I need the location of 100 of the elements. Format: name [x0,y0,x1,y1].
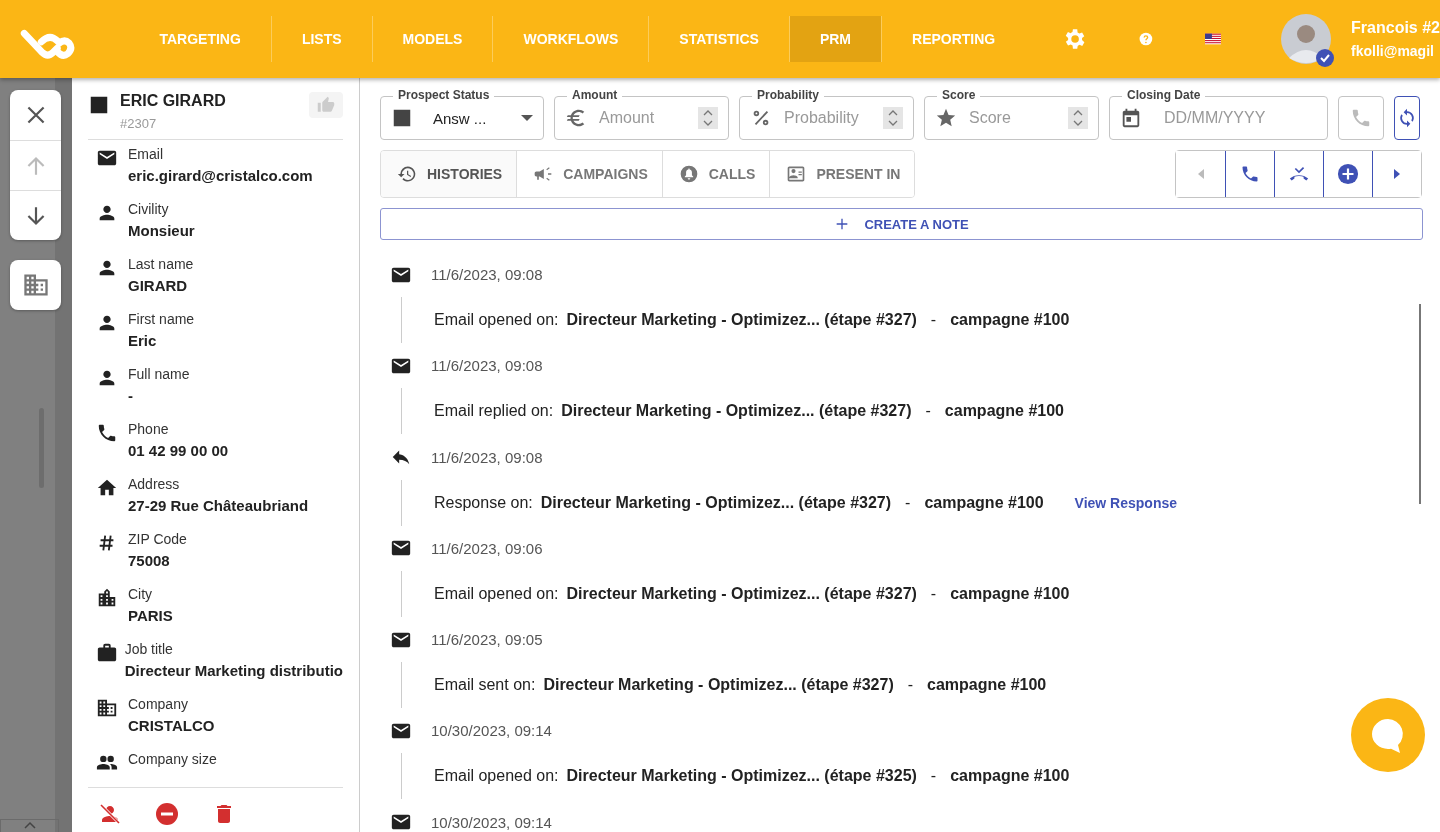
calendar-icon [1120,107,1142,129]
field-value: - [128,387,134,404]
separator-dash: - [905,493,911,512]
phone-icon [1240,164,1260,184]
field-label: Address [128,476,181,492]
event-date: 11/6/2023, 09:08 [431,357,543,375]
field-legend: Amount [567,88,623,102]
briefcase-icon [96,642,118,664]
history-icon [397,164,417,184]
sync-icon [1397,108,1417,128]
field-value: eric.girard@cristalco.com [128,167,313,184]
dropdown-arrow-icon [521,115,533,121]
field-legend: Closing Date [1122,88,1206,102]
building-icon [96,697,118,719]
placeholder-text: Amount [599,109,656,127]
step-title: Directeur Marketing - Optimizez... (étape #327) [540,493,892,512]
event-description: Email replied on: [434,402,554,421]
contact-name: ERIC GIRARD [120,92,226,110]
campaign-name: campagne #100 [950,767,1070,786]
spinner-icon[interactable] [698,107,718,129]
verified-icon [1315,48,1336,68]
avatar[interactable] [1281,14,1332,64]
contact-id: #2307 [120,116,158,131]
placeholder-text: DD/MM/YYYY [1163,109,1267,127]
event-date: 11/6/2023, 09:08 [431,266,543,283]
separator-dash: - [925,402,931,421]
field-label: Company size [128,751,217,767]
thumbs-up-icon [317,96,335,114]
presenter-icon [786,164,807,184]
field-label: Job title [124,641,174,657]
event-description: Email opened on: [434,311,559,329]
user-email: fkolli@magil [1351,43,1435,59]
separator-dash: - [930,311,937,329]
event-description: Email opened on: [434,767,559,786]
field-value: GIRARD [128,277,189,294]
field-value: 75008 [128,552,171,569]
field-value: 01 42 99 00 00 [128,442,229,459]
next-page-button[interactable] [1372,151,1421,197]
event-date: 11/6/2023, 09:06 [431,539,543,557]
event-description: Email opened on: [434,584,559,603]
create-note-button[interactable]: CREATE A NOTE [380,208,1423,240]
tab[interactable]: HISTORIES [381,151,517,197]
step-title: Directeur Marketing - Optimizez... (étape #327) [566,311,917,329]
field-label: ZIP Code [128,531,187,547]
field-label: Full name [128,366,190,382]
plus-circle-icon [1337,163,1359,185]
field-label: Phone [128,421,170,437]
field-legend: Score [937,88,981,102]
field-value: CRISTALCO [128,717,215,734]
phone-icon [96,422,118,444]
view-response-link[interactable]: View Response [1074,494,1178,511]
city-icon [96,587,118,609]
field-legend: Probability [752,88,824,102]
field-value: Monsieur [128,222,195,239]
field-legend: Prospect Status [393,88,495,102]
star-icon [935,107,957,129]
event-date: 10/30/2023, 09:14 [431,813,552,831]
tab[interactable]: PRESENT IN [769,151,915,197]
placeholder-text: Score [969,109,1012,127]
event-date: 11/6/2023, 09:05 [431,631,543,649]
field-label: Civility [128,201,170,217]
phone-forward-icon [1350,107,1372,129]
euro-icon [565,107,587,129]
refresh-button[interactable] [1394,96,1420,140]
separator-dash: - [930,767,937,786]
step-title: Directeur Marketing - Optimizez... (étape #327) [566,584,917,603]
status-value: Answ ... [432,109,488,127]
caret-right-icon [1394,169,1400,179]
person-off-icon[interactable] [98,802,122,826]
campaign-name: campagne #100 [927,676,1047,695]
campaign-name: campagne #100 [924,493,1044,512]
user-name: Francois #2 [1351,19,1440,37]
caret-left-icon [1197,169,1204,179]
step-title: Directeur Marketing - Optimizez... (étape #327) [561,402,912,421]
separator-dash: - [930,584,937,603]
step-title: Directeur Marketing - Optimizez... (étape #327) [543,676,894,695]
campaign-name: campagne #100 [950,311,1070,329]
field-label: Last name [128,256,194,272]
scrollbar[interactable] [1419,304,1421,504]
field-value: PARIS [128,607,173,624]
block-icon[interactable] [155,802,179,826]
spinner-icon[interactable] [883,107,903,129]
step-title: Directeur Marketing - Optimizez... (étape #325) [566,767,917,786]
field-value: Directeur Marketing distributio [124,662,343,679]
event-description: Response on: [434,493,533,512]
field-value: 27-29 Rue Châteaubriand [128,497,309,514]
campaign-name: campagne #100 [950,584,1070,603]
placeholder-text: Probability [784,109,860,127]
separator-dash: - [907,676,914,695]
field-label: City [128,586,154,602]
event-description: Email sent on: [434,676,536,695]
bell-icon [678,164,699,184]
field-label: Company [128,696,189,712]
campaign-name: campagne #100 [944,402,1064,421]
field-label: Email [128,146,164,162]
spinner-icon[interactable] [1068,107,1088,129]
field-value: Eric [128,332,158,349]
event-date: 11/6/2023, 09:08 [431,448,543,466]
event-date: 10/30/2023, 09:14 [431,722,552,740]
field-label: First name [128,311,195,327]
